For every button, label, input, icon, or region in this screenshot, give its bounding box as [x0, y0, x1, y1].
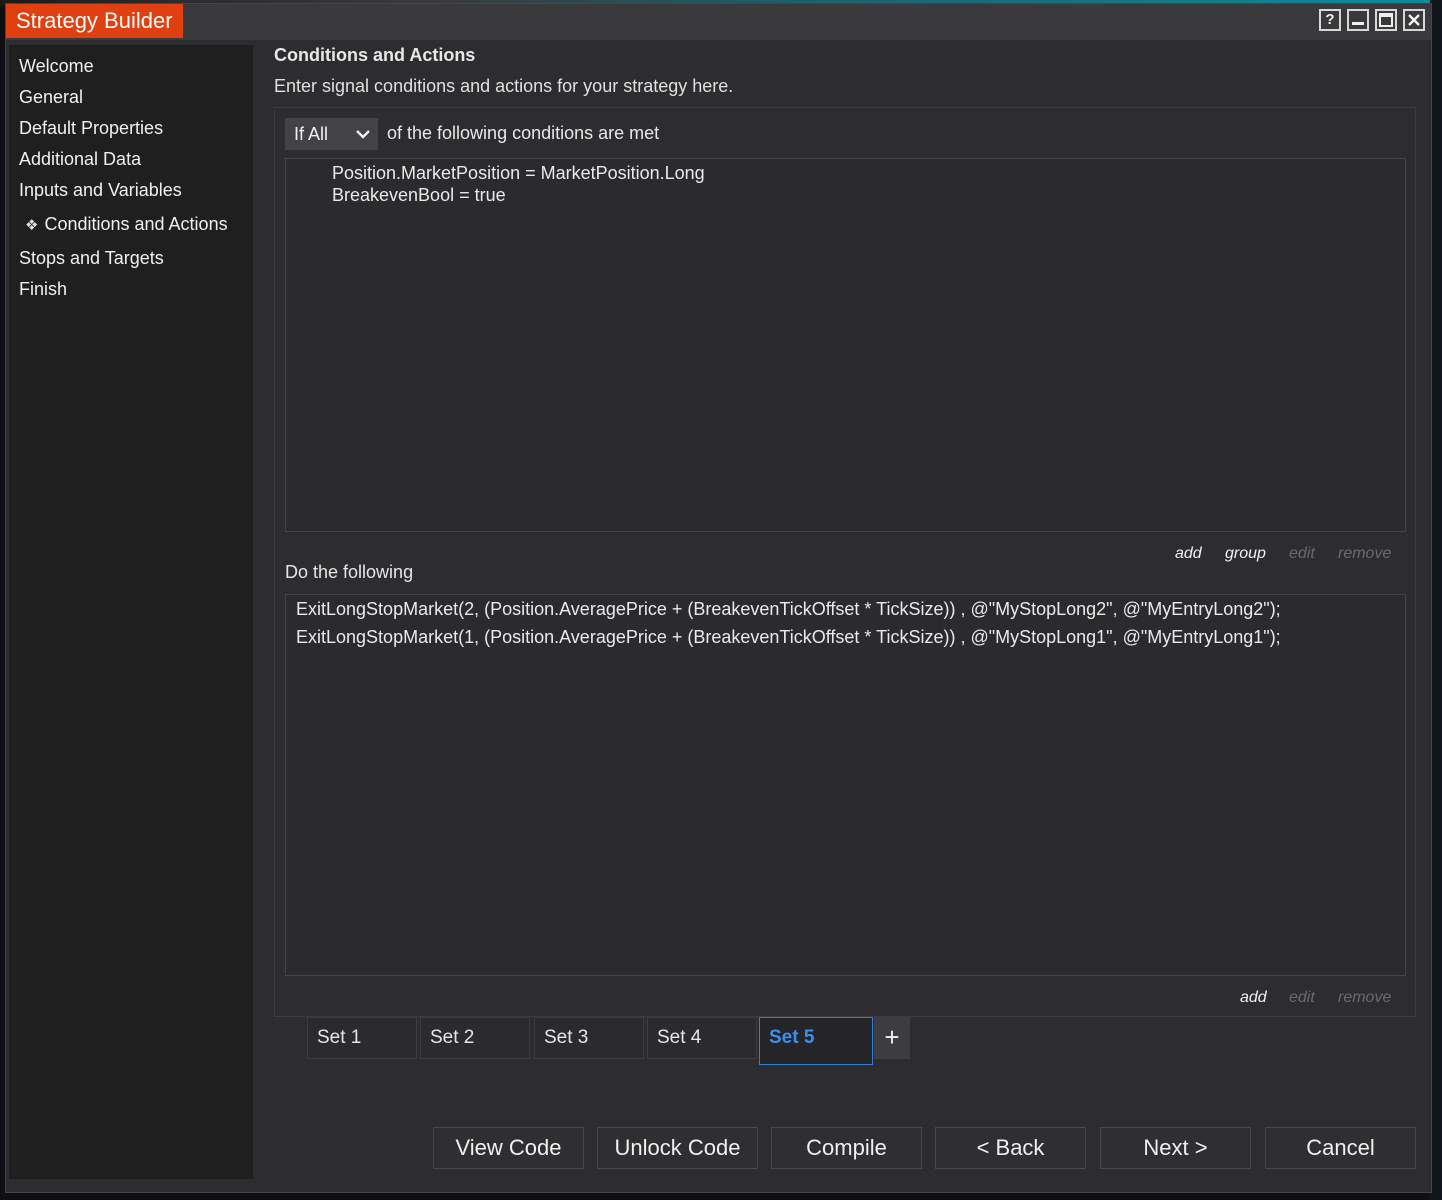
minimize-button[interactable] [1347, 9, 1369, 31]
conditions-add-link[interactable]: add [1175, 545, 1202, 563]
window-title: Strategy Builder [6, 4, 183, 38]
cancel-button[interactable]: Cancel [1265, 1127, 1416, 1169]
chevron-down-icon [356, 130, 370, 139]
maximize-button[interactable] [1375, 9, 1397, 31]
sidebar-item-additional-data[interactable]: Additional Data [19, 149, 141, 170]
view-code-button[interactable]: View Code [433, 1127, 584, 1169]
page-title: Conditions and Actions [274, 45, 476, 65]
active-marker-icon: ❖ [25, 217, 39, 234]
unlock-code-button[interactable]: Unlock Code [597, 1127, 758, 1169]
page-subtitle: Enter signal conditions and actions for … [274, 76, 734, 96]
sidebar-item-default-properties[interactable]: Default Properties [19, 118, 163, 139]
tab-set-2[interactable]: Set 2 [420, 1017, 530, 1059]
conditions-remove-link[interactable]: remove [1338, 545, 1391, 563]
title-bar[interactable]: Strategy Builder ? [6, 4, 1431, 40]
minimize-icon [1352, 22, 1364, 25]
tab-set-4[interactable]: Set 4 [647, 1017, 757, 1059]
tab-set-1[interactable]: Set 1 [307, 1017, 417, 1059]
window-controls: ? [1319, 9, 1425, 31]
conditions-group-link[interactable]: group [1225, 545, 1266, 563]
sidebar-item-conditions-and-actions[interactable]: ❖ Conditions and Actions [25, 214, 228, 235]
actions-list[interactable]: ExitLongStopMarket(2, (Position.AverageP… [285, 594, 1406, 976]
condition-mode-label: of the following conditions are met [387, 123, 660, 143]
condition-item[interactable]: BreakevenBool = true [332, 185, 506, 206]
actions-remove-link[interactable]: remove [1338, 989, 1391, 1007]
add-set-button[interactable]: + [874, 1017, 910, 1059]
condition-mode-select[interactable]: If All [285, 118, 378, 150]
sidebar-item-label: Conditions and Actions [44, 214, 228, 234]
close-button[interactable] [1403, 9, 1425, 31]
tab-set-5[interactable]: Set 5 [759, 1017, 873, 1065]
help-button[interactable]: ? [1319, 9, 1341, 31]
close-icon [1408, 14, 1420, 26]
tab-set-3[interactable]: Set 3 [534, 1017, 644, 1059]
actions-label: Do the following [285, 562, 414, 582]
action-item[interactable]: ExitLongStopMarket(1, (Position.AverageP… [296, 627, 1281, 648]
maximize-icon [1379, 13, 1393, 27]
sidebar-item-welcome[interactable]: Welcome [19, 56, 94, 77]
wizard-sidebar: Welcome General Default Properties Addit… [9, 45, 253, 1179]
actions-edit-link[interactable]: edit [1289, 989, 1315, 1007]
conditions-list[interactable]: Position.MarketPosition = MarketPosition… [285, 158, 1406, 532]
sidebar-item-finish[interactable]: Finish [19, 279, 67, 300]
next-button[interactable]: Next > [1100, 1127, 1251, 1169]
condition-mode-value: If All [294, 124, 329, 144]
actions-add-link[interactable]: add [1240, 989, 1267, 1007]
sidebar-item-stops-and-targets[interactable]: Stops and Targets [19, 248, 164, 269]
back-button[interactable]: < Back [935, 1127, 1086, 1169]
condition-item[interactable]: Position.MarketPosition = MarketPosition… [332, 163, 705, 184]
compile-button[interactable]: Compile [771, 1127, 922, 1169]
conditions-edit-link[interactable]: edit [1289, 545, 1315, 563]
sidebar-item-inputs-and-variables[interactable]: Inputs and Variables [19, 180, 182, 201]
sidebar-item-general[interactable]: General [19, 87, 83, 108]
action-item[interactable]: ExitLongStopMarket(2, (Position.AverageP… [296, 599, 1281, 620]
